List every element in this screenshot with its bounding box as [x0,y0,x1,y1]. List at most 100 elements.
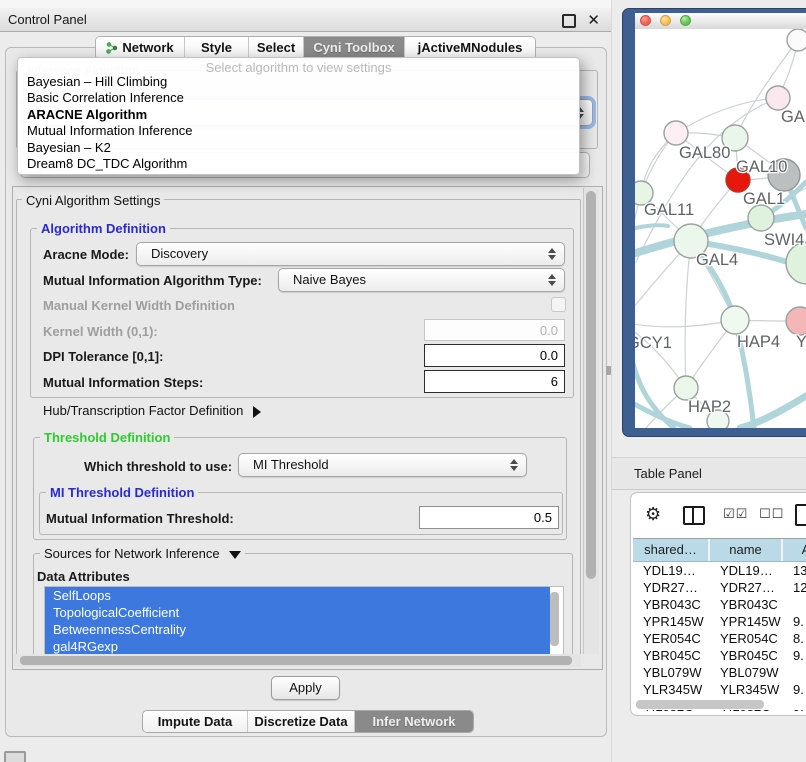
network-node[interactable] [786,307,806,335]
network-node[interactable] [766,86,790,110]
table-cell[interactable] [783,664,806,681]
tab-discretize-data[interactable]: Discretize Data [248,711,355,732]
table-cell[interactable]: 9. [783,647,806,664]
table-cell[interactable]: YBR045C [710,647,783,664]
table-cell[interactable]: YDL19… [633,562,710,579]
table-cell[interactable]: YER054C [633,630,710,647]
network-canvas[interactable]: GAL7GAL80GAL10GAL1GAL11SWI4GAL4GCY1HAP4Y… [635,29,806,428]
unchecked-pair-icon[interactable]: ☐☐ [759,506,784,522]
table-cell[interactable]: YLR345W [710,681,783,698]
tab-jactivemnodules[interactable]: jActiveMNodules [405,37,535,59]
column-header-name[interactable]: name [710,539,783,561]
network-node[interactable] [748,205,774,231]
combo-spinner-icon [547,248,556,260]
dpi-tolerance-field[interactable]: 0.0 [424,344,565,367]
table-cell[interactable]: YBR043C [710,596,783,613]
attribute-item[interactable]: TopologicalCoefficient [45,604,550,621]
table-cell[interactable]: YLR345W [633,681,710,698]
sources-expander[interactable]: Sources for Network Inference [40,546,245,561]
mi-algorithm-type-combo[interactable]: Naive Bayes [278,268,565,292]
table-row[interactable]: YBR043CYBR043C [633,596,806,613]
manual-kernel-checkbox[interactable] [551,297,566,312]
traffic-zoom-icon[interactable] [680,15,691,26]
mi-steps-field[interactable]: 6 [424,370,565,393]
network-graph[interactable]: GAL7GAL80GAL10GAL1GAL11SWI4GAL4GCY1HAP4Y… [635,29,806,428]
data-attributes-list[interactable]: SelfLoopsTopologicalCoefficientBetweenne… [44,586,564,658]
settings-vertical-scrollbar[interactable] [583,188,599,654]
network-node[interactable] [721,306,749,334]
table-row[interactable]: YER054CYER054C8. [633,630,806,647]
attribute-item[interactable]: SelfLoops [45,587,550,604]
table-cell[interactable]: YPR145W [633,613,710,630]
table-cell[interactable]: YBL079W [710,664,783,681]
network-window-titlebar[interactable] [635,13,806,30]
tab-select[interactable]: Select [249,37,304,59]
sheet-icon[interactable] [795,504,806,526]
table-cell[interactable]: YPR145W [710,613,783,630]
traffic-minimize-icon[interactable] [660,15,671,26]
tab-label: Cyni Toolbox [313,37,394,59]
gear-icon[interactable]: ⚙ [645,504,661,525]
table-cell[interactable]: YER054C [710,630,783,647]
which-threshold-combo[interactable]: MI Threshold [238,453,527,477]
hub-definition-expander[interactable]: Hub/Transcription Factor Definition [43,403,261,418]
mi-threshold-field[interactable]: 0.5 [419,506,559,529]
table-cell[interactable]: YBL079W [633,664,710,681]
network-node[interactable] [674,376,698,400]
dropdown-item[interactable]: Bayesian – K2 [18,140,579,156]
network-edge-highlighted[interactable] [635,396,690,428]
settings-horizontal-scrollbar[interactable] [14,654,581,667]
network-node[interactable] [664,121,688,145]
attribute-list-scrollbar[interactable] [550,592,559,646]
table-row[interactable]: YDL19…YDL19…13 [633,562,806,579]
table-row[interactable]: YDR27…YDR27…12 [633,579,806,596]
tab-network[interactable]: Network [96,37,185,59]
tab-label: Style [201,37,232,59]
node-label: HAP2 [688,398,731,416]
tab-impute-data[interactable]: Impute Data [143,711,248,732]
dropdown-item[interactable]: Bayesian – Hill Climbing [18,74,579,90]
dropdown-item[interactable]: Mutual Information Inference [18,123,579,139]
table-row[interactable]: YBL079WYBL079W [633,664,806,681]
traffic-close-icon[interactable] [640,15,651,26]
table-row[interactable]: YBR045CYBR045C9. [633,647,806,664]
kernel-width-field[interactable]: 0.0 [424,319,565,341]
table-cell[interactable]: 13 [783,562,806,579]
tab-cyni-toolbox[interactable]: Cyni Toolbox [304,37,405,59]
table-cell[interactable]: YDR27… [710,579,783,596]
attribute-item[interactable]: BetweennessCentrality [45,621,550,638]
attribute-item[interactable]: gal4RGexp [45,638,550,655]
checked-pair-icon[interactable]: ☑☑ [723,506,748,522]
split-pane-icon[interactable] [683,506,705,525]
scrollbar-thumb[interactable] [636,700,764,709]
minimized-panel-icon[interactable] [4,751,26,762]
float-panel-icon[interactable] [562,14,576,28]
aracne-mode-combo[interactable]: Discovery [136,242,565,266]
scrollbar-thumb[interactable] [20,656,572,665]
table-cell[interactable]: 9. [783,613,806,630]
table-row[interactable]: YPR145WYPR145W9. [633,613,806,630]
close-panel-icon[interactable]: ✕ [587,9,600,32]
table-cell[interactable]: YDR27… [633,579,710,596]
table-cell[interactable]: YDL19… [710,562,783,579]
table-horizontal-scrollbar[interactable] [633,698,806,710]
split-pane-handle[interactable] [606,366,611,375]
tab-infer-network[interactable]: Infer Network [355,711,473,732]
column-header-shared…[interactable]: shared… [633,539,710,561]
dropdown-item[interactable]: Basic Correlation Inference [18,90,579,106]
table-cell[interactable]: 8. [783,630,806,647]
table-cell[interactable] [783,596,806,613]
dropdown-item[interactable]: Dream8 DC_TDC Algorithm [18,156,579,172]
tab-style[interactable]: Style [185,37,249,59]
apply-button[interactable]: Apply [271,676,340,700]
network-node[interactable] [787,29,806,51]
column-header-A[interactable]: A [783,539,806,561]
network-edge[interactable] [685,241,691,388]
dropdown-item[interactable]: ARACNE Algorithm [18,107,579,123]
table-cell[interactable]: 9. [783,681,806,698]
table-row[interactable]: YLR345WYLR345W9. [633,681,806,698]
table-cell[interactable]: YBR043C [633,596,710,613]
table-cell[interactable]: 12 [783,579,806,596]
table-cell[interactable]: YBR045C [633,647,710,664]
scrollbar-thumb[interactable] [586,191,596,579]
